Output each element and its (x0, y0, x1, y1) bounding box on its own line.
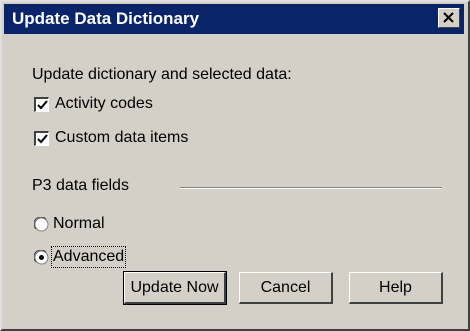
update-now-label: Update Now (130, 278, 219, 296)
help-button[interactable]: Help (349, 272, 443, 304)
checkmark-icon (37, 99, 48, 109)
radio-unselected-icon[interactable] (34, 216, 49, 232)
dialog-title: Update Data Dictionary (12, 9, 200, 28)
activity-codes-label: Activity codes (55, 95, 153, 112)
cancel-button[interactable]: Cancel (239, 272, 333, 304)
custom-data-items-checkbox[interactable]: Custom data items (34, 128, 188, 148)
update-data-dictionary-dialog: Update Data Dictionary Update dictionary… (0, 0, 470, 331)
checkbox-box[interactable] (34, 96, 49, 112)
activity-codes-checkbox[interactable]: Activity codes (34, 94, 153, 114)
advanced-radio[interactable]: Advanced (34, 246, 127, 268)
p3-data-fields-label: P3 data fields (32, 177, 129, 194)
normal-label: Normal (53, 215, 105, 232)
normal-radio[interactable]: Normal (34, 214, 105, 234)
custom-data-items-label: Custom data items (55, 129, 189, 146)
checkmark-icon (37, 133, 48, 143)
update-heading: Update dictionary and selected data: (32, 66, 292, 83)
checkbox-box[interactable] (34, 130, 49, 146)
help-label: Help (379, 278, 412, 296)
update-now-button[interactable]: Update Now (123, 271, 227, 305)
close-icon (439, 9, 459, 27)
advanced-label: Advanced (50, 246, 127, 268)
radio-selected-icon[interactable] (34, 249, 49, 265)
title-bar: Update Data Dictionary (4, 4, 464, 34)
group-divider (180, 187, 442, 189)
cancel-label: Cancel (260, 278, 311, 296)
close-button[interactable] (438, 8, 460, 28)
